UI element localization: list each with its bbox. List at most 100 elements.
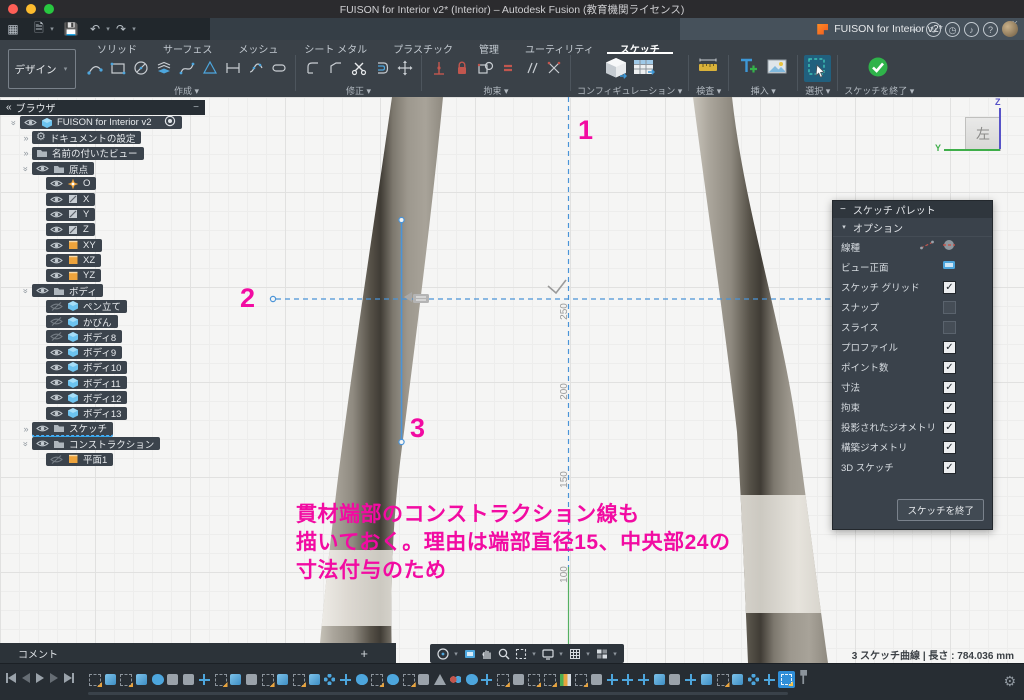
checkbox-スナップ[interactable] <box>943 301 956 314</box>
undo-caret[interactable]: ▾ <box>104 25 112 33</box>
timeline-position-marker[interactable] <box>800 670 807 684</box>
browser-item-Z[interactable]: Z <box>46 223 95 236</box>
apps-grid-icon[interactable]: ▦ <box>4 22 22 36</box>
timeline-feature-dots[interactable] <box>747 671 763 689</box>
browser-item-名前の付いたビュー[interactable]: 名前の付いたビュー <box>32 147 144 160</box>
ribbon-tab-管理[interactable]: 管理 <box>466 40 512 54</box>
avatar[interactable] <box>1002 21 1018 37</box>
browser-item-XZ[interactable]: XZ <box>46 254 101 267</box>
eye-visible-icon[interactable] <box>24 117 37 128</box>
chevron-down-icon[interactable]: » <box>9 117 19 129</box>
timeline-feature-sketch[interactable] <box>88 671 104 689</box>
slot-icon[interactable] <box>268 58 289 79</box>
dim-icon[interactable] <box>222 58 243 79</box>
timeline-feature-solid[interactable] <box>276 671 292 689</box>
group-label-選択[interactable]: 選択 ▾ <box>805 84 830 97</box>
timeline-feature-gray[interactable] <box>245 671 261 689</box>
add-tab-icon[interactable]: + <box>907 22 922 37</box>
symx-icon[interactable] <box>543 58 564 79</box>
checkbox-スライス[interactable] <box>943 321 956 334</box>
image-icon[interactable] <box>764 55 791 82</box>
checkbox-構築ジオメトリ[interactable]: ✓ <box>943 441 956 454</box>
timeline-feature-solid[interactable] <box>104 671 120 689</box>
timeline-feature-sketch[interactable] <box>496 671 512 689</box>
parallel-icon[interactable] <box>520 58 541 79</box>
eye-visible-icon[interactable] <box>50 347 63 358</box>
browser-item-かびん[interactable]: かびん <box>46 315 118 328</box>
eye-visible-icon[interactable] <box>50 392 63 403</box>
spline-icon[interactable] <box>176 58 197 79</box>
timeline-feature-form[interactable] <box>355 671 371 689</box>
sketch-line-endpoint-bottom[interactable] <box>399 439 404 444</box>
timeline-feature-gray[interactable] <box>590 671 606 689</box>
timeline-feature-form[interactable] <box>386 671 402 689</box>
browser-item-ボディ13[interactable]: ボディ13 <box>46 407 127 420</box>
timeline-feature-form[interactable] <box>151 671 167 689</box>
timeline-feature-sketch[interactable] <box>574 671 590 689</box>
eye-visible-icon[interactable] <box>50 408 63 419</box>
step-forward-button[interactable] <box>50 673 58 683</box>
eye-visible-icon[interactable] <box>50 178 63 189</box>
eye-hidden-icon[interactable] <box>50 331 63 342</box>
ribbon-tab-ユーティリティ[interactable]: ユーティリティ <box>512 40 607 54</box>
timeline-feature-solid[interactable] <box>135 671 151 689</box>
eye-visible-icon[interactable] <box>50 255 63 266</box>
equal-icon[interactable] <box>497 58 518 79</box>
palette-section-options[interactable]: ▾ オプション <box>833 218 992 237</box>
eye-visible-icon[interactable] <box>50 362 63 373</box>
browser-item-ドキュメントの設定[interactable]: ⚙ドキュメントの設定 <box>32 131 141 144</box>
browser-item-ボディ8[interactable]: ボディ8 <box>46 330 122 343</box>
timeline-feature-solid[interactable] <box>653 671 669 689</box>
group-label-挿入[interactable]: 挿入 ▾ <box>751 84 776 97</box>
browser-minimize-icon[interactable]: − <box>193 102 199 113</box>
timeline-feature-move[interactable] <box>480 671 496 689</box>
timeline-feature-move[interactable] <box>684 671 700 689</box>
eye-hidden-icon[interactable] <box>50 316 63 327</box>
timeline-feature-joint[interactable] <box>449 671 465 689</box>
timeline-feature-sketch[interactable] <box>543 671 559 689</box>
browser-item-ボディ[interactable]: ボディ <box>32 284 103 297</box>
group-label-コンフィギュレーション[interactable]: コンフィギュレーション ▾ <box>577 84 682 97</box>
browser-item-X[interactable]: X <box>46 193 95 206</box>
chevron-down-icon[interactable]: » <box>21 163 31 175</box>
timeline-feature-sketch[interactable] <box>370 671 386 689</box>
selectwin-icon[interactable] <box>804 55 831 82</box>
checkbox-スケッチ グリッド[interactable]: ✓ <box>943 281 956 294</box>
timeline-feature-sketch[interactable] <box>261 671 277 689</box>
checkbox-拘束[interactable]: ✓ <box>943 401 956 414</box>
timeline-track[interactable] <box>88 692 788 695</box>
timeline-feature-move[interactable] <box>637 671 653 689</box>
ribbon-tab-サーフェス[interactable]: サーフェス <box>150 40 225 54</box>
new-document-caret[interactable]: ▾ <box>48 25 56 33</box>
browser-item-Y[interactable]: Y <box>46 208 95 221</box>
chevron-right-icon[interactable]: » <box>20 148 32 158</box>
sketch-line-endpoint-top[interactable] <box>399 217 404 222</box>
redo-caret[interactable]: ▾ <box>130 25 138 33</box>
scissors-icon[interactable] <box>348 58 369 79</box>
timeline-feature-solid[interactable] <box>700 671 716 689</box>
browser-item-O[interactable]: O <box>46 177 96 190</box>
timeline-settings-gear-icon[interactable]: ⚙ <box>1003 673 1016 689</box>
browser-item-ボディ10[interactable]: ボディ10 <box>46 361 127 374</box>
browser-item-ボディ11[interactable]: ボディ11 <box>46 376 127 389</box>
look-at-view-icon[interactable] <box>942 258 956 276</box>
move-icon[interactable] <box>394 58 415 79</box>
origin-marker-icon[interactable] <box>548 280 566 293</box>
redo-icon[interactable]: ↷ <box>112 22 130 36</box>
ribbon-tab-プラスチック[interactable]: プラスチック <box>380 40 466 54</box>
timeline-feature-gray[interactable] <box>182 671 198 689</box>
chevron-down-icon[interactable]: » <box>21 438 31 450</box>
eye-visible-icon[interactable] <box>36 163 49 174</box>
browser-collapse-icon[interactable]: « <box>6 102 12 113</box>
eye-visible-icon[interactable] <box>50 377 63 388</box>
viewcube[interactable]: 左 <box>965 117 1001 151</box>
timeline-feature-move[interactable] <box>763 671 779 689</box>
browser-item-平面1[interactable]: 平面1 <box>46 453 113 466</box>
group-label-作成[interactable]: 作成 ▾ <box>174 84 199 97</box>
group-label-検査[interactable]: 検査 ▾ <box>696 84 721 97</box>
viewport-canvas[interactable]: 250200150100 1 2 3 貫材端部のコンストラクション線も描いておく… <box>0 97 1024 663</box>
checkbox-3D スケッチ[interactable]: ✓ <box>943 461 956 474</box>
construction-linetype-icon[interactable] <box>920 238 934 256</box>
play-button[interactable] <box>36 673 44 683</box>
browser-item-コンストラクション[interactable]: コンストラクション <box>32 437 160 450</box>
